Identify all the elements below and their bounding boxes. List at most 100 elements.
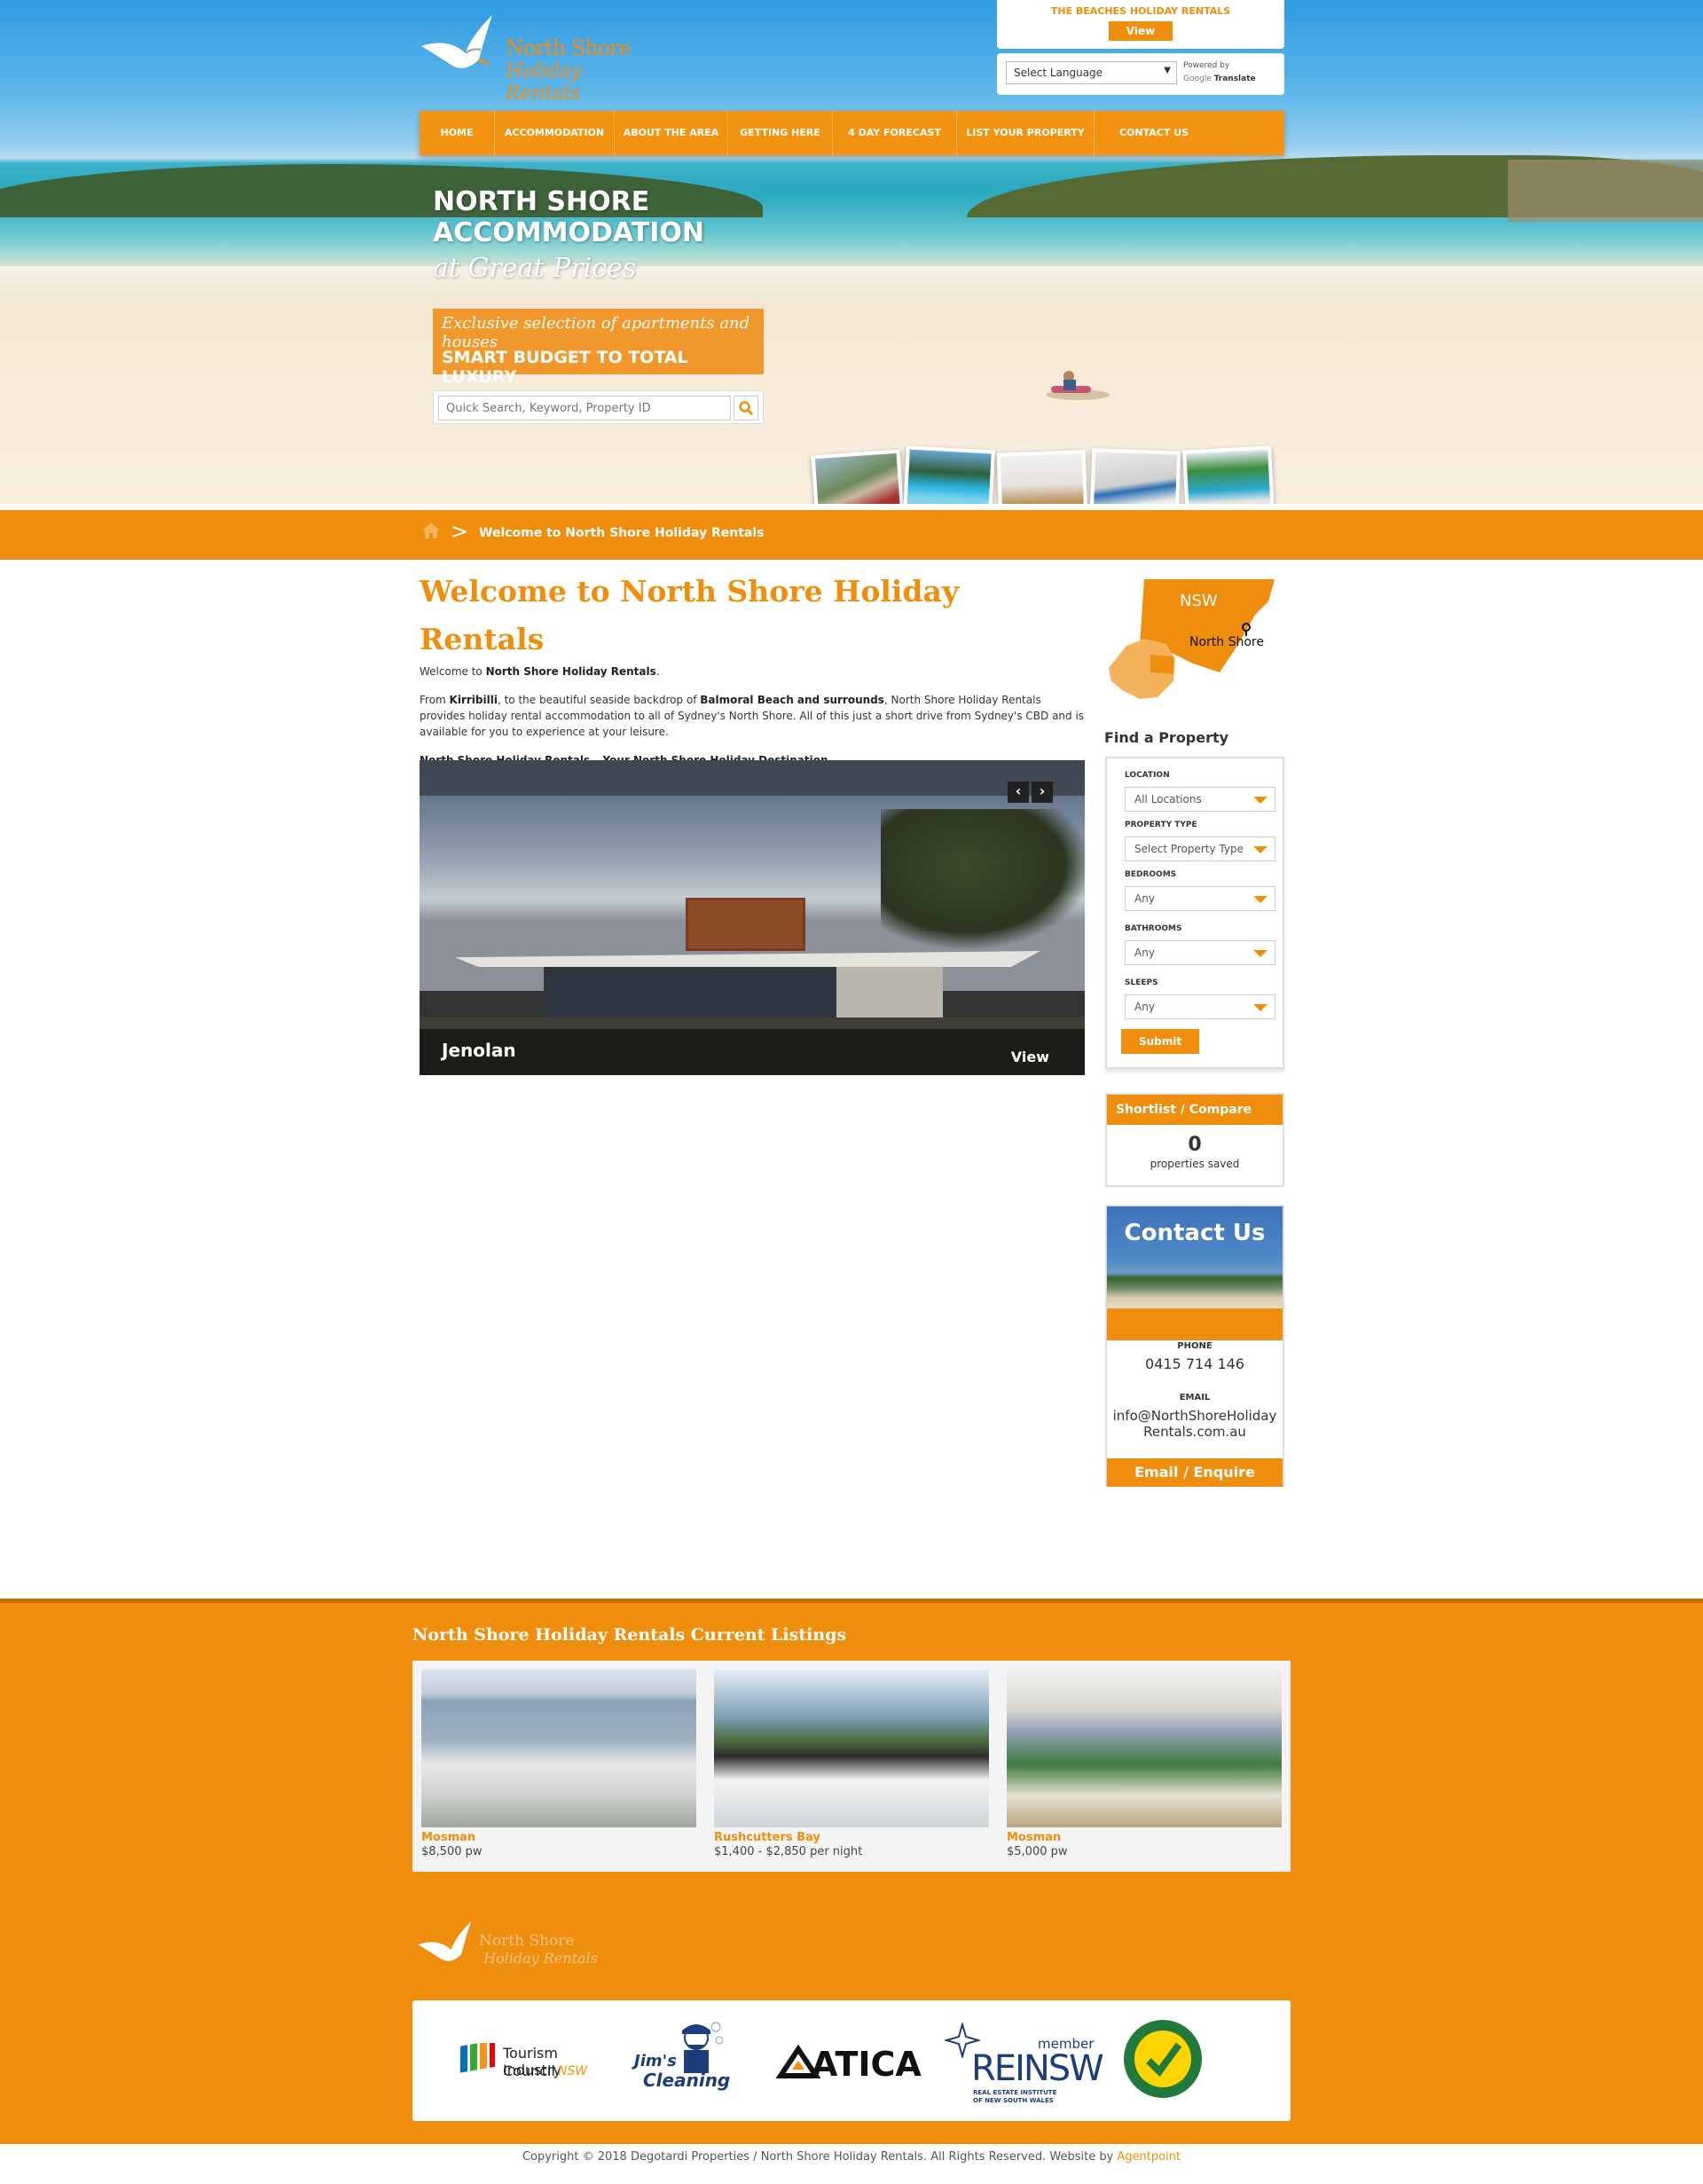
- nav-contact-us[interactable]: CONTACT US: [1095, 111, 1284, 155]
- listings-title: North Shore Holiday Rentals Current List…: [412, 1625, 847, 1645]
- language-select-value: Select Language: [1014, 67, 1103, 79]
- location-select[interactable]: All Locations: [1125, 787, 1275, 812]
- bathrooms-select[interactable]: Any: [1125, 940, 1275, 965]
- breadcrumb-current: Welcome to North Shore Holiday Rentals: [479, 526, 765, 540]
- listing-suburb[interactable]: Rushcutters Bay: [714, 1831, 989, 1844]
- footer-logo-line-2: Holiday Rentals: [483, 1950, 598, 1967]
- accredited-tourism-badge[interactable]: [1122, 2018, 1211, 2107]
- slide-title[interactable]: Jenolan: [442, 1040, 516, 1061]
- thumbnail-3[interactable]: [996, 450, 1088, 510]
- site-logo[interactable]: North Shore Holiday Rentals: [417, 11, 656, 105]
- listings-grid: Mosman $8,500 pw Rushcutters Bay $1,400 …: [412, 1661, 1291, 1872]
- shortlist-label: properties saved: [1150, 1158, 1240, 1170]
- listing-card[interactable]: Mosman $5,000 pw: [1007, 1669, 1282, 1858]
- footer-logo-line-1: North Shore: [479, 1932, 575, 1950]
- phone-label: PHONE: [1177, 1341, 1213, 1351]
- slider-prev-button[interactable]: ‹: [1008, 782, 1029, 803]
- email-enquire-button[interactable]: Email / Enquire: [1107, 1458, 1283, 1487]
- listing-price: $5,000 pw: [1007, 1845, 1068, 1858]
- tic-nsw: NSW: [558, 2064, 588, 2078]
- nav-4-day-forecast[interactable]: 4 DAY FORECAST: [833, 111, 957, 155]
- thumbnail-5[interactable]: [1182, 445, 1275, 510]
- nav-getting-here[interactable]: GETTING HERE: [728, 111, 833, 155]
- thumbnail-4[interactable]: [1089, 448, 1181, 510]
- listing-price: $8,500 pw: [421, 1845, 483, 1858]
- jims-label: Jim's: [634, 2052, 677, 2070]
- search-icon: [739, 401, 753, 415]
- hero-promo: Exclusive selection of apartments and ho…: [433, 309, 764, 387]
- shortlist-title[interactable]: Shortlist / Compare: [1107, 1095, 1283, 1125]
- atica-label: ATICA: [812, 2045, 922, 2084]
- atica-logo[interactable]: ATICA: [776, 2018, 927, 2107]
- property-slider: ‹ › Jenolan View: [420, 760, 1085, 1075]
- seagull-icon: [418, 1921, 472, 1961]
- footer-logo[interactable]: North Shore Holiday Rentals: [412, 1918, 599, 1980]
- bedrooms-select[interactable]: Any: [1125, 886, 1275, 911]
- seagull-icon: [421, 15, 492, 68]
- footer: North Shore Holiday Rentals Current List…: [0, 1599, 1703, 2144]
- desc-a: From: [420, 694, 450, 706]
- property-thumbnails: [809, 445, 1288, 510]
- slider-next-button[interactable]: ›: [1032, 782, 1053, 803]
- description-paragraph: From Kirribilli, to the beautiful seasid…: [420, 692, 1085, 740]
- dropdown-arrow-icon: [1253, 797, 1267, 804]
- hero-heading-2: ACCOMMODATION: [433, 217, 704, 248]
- sunbather-figure: [1046, 371, 1110, 400]
- beaches-view-button[interactable]: View: [1109, 21, 1173, 41]
- listing-image[interactable]: [714, 1669, 989, 1827]
- jims-cleaning-logo[interactable]: Jim's Cleaning: [625, 2018, 758, 2107]
- property-type-label: PROPERTY TYPE: [1125, 821, 1197, 829]
- language-select[interactable]: Select Language ▼: [1006, 61, 1177, 84]
- slide-house-upper: [686, 898, 805, 951]
- nav-about-the-area[interactable]: ABOUT THE AREA: [615, 111, 728, 155]
- rei-sub-2: OF NEW SOUTH WALES: [973, 2097, 1054, 2104]
- location-value: All Locations: [1134, 793, 1202, 805]
- main-nav: HOME ACCOMMODATION ABOUT THE AREA GETTIN…: [420, 111, 1284, 155]
- translate-label[interactable]: Translate: [1214, 75, 1256, 83]
- email-line-2[interactable]: Rentals.com.au: [1107, 1423, 1283, 1441]
- slide-top-band: [420, 760, 1085, 796]
- thumbnail-2[interactable]: [903, 445, 995, 510]
- phone-number[interactable]: 0415 714 146: [1107, 1355, 1283, 1373]
- listing-card[interactable]: Mosman $8,500 pw: [421, 1669, 696, 1858]
- chevron-right-icon: >: [451, 519, 469, 544]
- copyright-text: Copyright © 2018 Degotardi Properties / …: [522, 2150, 1118, 2164]
- listing-price: $1,400 - $2,850 per night: [714, 1845, 863, 1858]
- agentpoint-link[interactable]: Agentpoint: [1117, 2150, 1181, 2164]
- chevron-right-icon: ›: [1039, 782, 1046, 799]
- sleeps-select[interactable]: Any: [1125, 994, 1275, 1019]
- quick-search-input[interactable]: [438, 396, 731, 420]
- buildings: [1508, 160, 1703, 222]
- rei-label: REINSW: [971, 2048, 1104, 2089]
- thumbnail-1[interactable]: [811, 449, 905, 510]
- nav-list-your-property[interactable]: LIST YOUR PROPERTY: [957, 111, 1095, 155]
- listing-suburb[interactable]: Mosman: [421, 1831, 696, 1844]
- reinsw-logo[interactable]: member REINSW REAL ESTATE INSTITUTE OF N…: [945, 2018, 1104, 2107]
- tourism-industry-council-logo[interactable]: Tourism Industry Council NSW: [459, 2018, 609, 2107]
- shortlist-widget[interactable]: Shortlist / Compare 0 properties saved: [1105, 1093, 1284, 1187]
- property-type-select[interactable]: Select Property Type: [1125, 837, 1275, 861]
- listing-image[interactable]: [1007, 1669, 1282, 1827]
- hero-banner: North Shore Holiday Rentals THE BEACHES …: [0, 0, 1703, 510]
- powered-by-label: Powered by: [1183, 61, 1230, 70]
- find-submit-button[interactable]: Submit: [1121, 1029, 1199, 1054]
- listing-card[interactable]: Rushcutters Bay $1,400 - $2,850 per nigh…: [714, 1669, 989, 1858]
- nav-home[interactable]: HOME: [420, 111, 495, 155]
- map-state-label: NSW: [1180, 592, 1218, 610]
- dropdown-arrow-icon: [1253, 846, 1267, 853]
- beaches-title: THE BEACHES HOLIDAY RENTALS: [1050, 5, 1231, 17]
- promo-script: Exclusive selection of apartments and ho…: [442, 314, 750, 351]
- nav-accommodation[interactable]: ACCOMMODATION: [495, 111, 615, 155]
- search-button[interactable]: [734, 396, 758, 420]
- beaches-promo: THE BEACHES HOLIDAY RENTALS View: [997, 0, 1284, 49]
- google-translate: Select Language ▼ Powered by Google Tran…: [997, 53, 1284, 95]
- find-property-form: LOCATION All Locations PROPERTY TYPE Sel…: [1105, 757, 1284, 1069]
- slide-view-link[interactable]: View: [1011, 1049, 1049, 1065]
- shoreline: [0, 266, 1703, 302]
- contact-widget: Contact Us PHONE 0415 714 146 EMAIL info…: [1105, 1205, 1284, 1487]
- nsw-location-map: NSW North Shore: [1109, 579, 1275, 699]
- listing-image[interactable]: [421, 1669, 696, 1827]
- listing-suburb[interactable]: Mosman: [1007, 1831, 1282, 1844]
- home-icon[interactable]: [420, 521, 442, 540]
- email-line-1[interactable]: info@NorthShoreHoliday: [1107, 1407, 1283, 1425]
